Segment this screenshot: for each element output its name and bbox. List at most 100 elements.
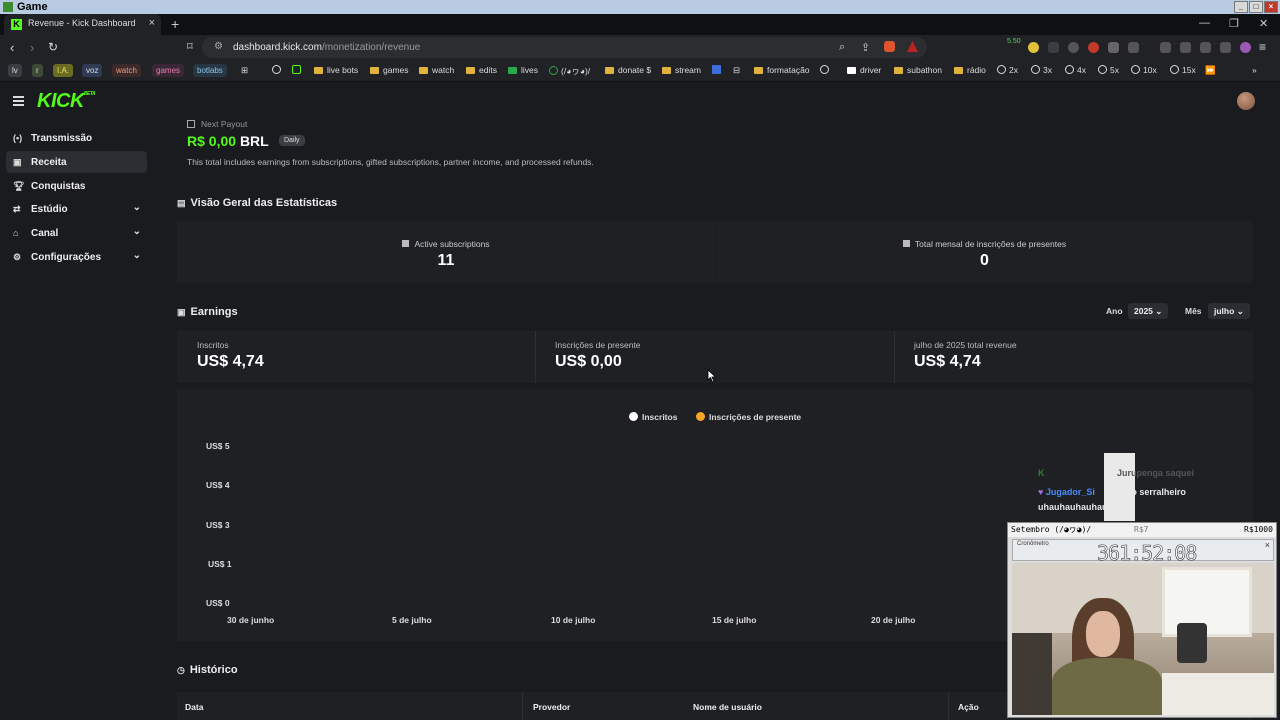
bookmark-chip-voz[interactable]: voz <box>82 64 103 77</box>
browser-restore-icon[interactable]: ❐ <box>1229 17 1239 30</box>
address-bar[interactable]: ⚙ dashboard.kick.com/monetization/revenu… <box>202 37 927 58</box>
browser-menu-icon[interactable]: ≡ <box>1259 40 1266 54</box>
year-select[interactable]: 2025 ⌄ <box>1128 303 1169 319</box>
bookmark-folder-donate[interactable]: donate $ <box>605 65 651 75</box>
bookmark-5x[interactable]: 5x <box>1098 65 1119 75</box>
sidebar-item-conquistas[interactable]: 🏆︎ Conquistas <box>6 175 147 197</box>
bookmark-lives[interactable]: lives <box>508 65 538 75</box>
y-tick-label: US$ 0 <box>206 598 230 608</box>
bookmark-chip-watch[interactable]: watch <box>112 64 141 77</box>
sidebar-item-label: Conquistas <box>31 181 86 192</box>
x-tick-label: 5 de julho <box>392 615 432 625</box>
chevron-down-icon: ⌄ <box>132 226 141 237</box>
bookmark-fast-forward-icon[interactable]: ⏩ <box>1205 65 1216 76</box>
zoom-icon[interactable]: ⌕ <box>839 41 845 54</box>
browser-tab-active[interactable]: K Revenue - Kick Dashboard × <box>4 14 161 35</box>
bookmark-grid-icon[interactable]: ⊟ <box>733 65 740 76</box>
bookmark-label: 2x <box>1009 65 1018 75</box>
page-icon <box>847 67 856 74</box>
bookmark-chip-r[interactable]: r <box>32 64 43 77</box>
earnings-section-title: ▣ Earnings <box>177 306 238 318</box>
sidebar-item-estudio[interactable]: ⇄ Estúdio ⌄ <box>6 198 147 220</box>
kick-logo[interactable]: KICKBETA <box>37 90 96 113</box>
history-title-text: Histórico <box>189 664 238 676</box>
chevron-down-icon: ⌄ <box>132 250 141 261</box>
vpn-shield-icon[interactable] <box>1220 42 1231 53</box>
bookmark-folder-edits[interactable]: edits <box>466 65 497 75</box>
bookmark-globe-icon[interactable] <box>272 65 284 75</box>
column-header-data[interactable]: Data <box>185 702 203 712</box>
bookmarks-overflow-icon[interactable]: » <box>1252 65 1257 75</box>
forward-icon[interactable]: › <box>30 40 34 55</box>
extensions-puzzle-icon[interactable] <box>1108 42 1119 53</box>
tab-close-icon[interactable]: × <box>149 17 155 29</box>
bookmark-chip-lv[interactable]: lv <box>8 64 22 77</box>
user-avatar[interactable] <box>1237 92 1255 110</box>
profile-icon[interactable] <box>1240 42 1251 53</box>
share-icon[interactable]: ⇪ <box>861 41 870 54</box>
month-select[interactable]: julho ⌄ <box>1208 303 1250 319</box>
bookmark-folder-stream[interactable]: stream <box>662 65 701 75</box>
sidebar-item-canal[interactable]: ⌂ Canal ⌄ <box>6 222 147 244</box>
chat-message: ♥ Jugador_Si o serralheiro <box>1038 487 1186 497</box>
close-icon[interactable]: × <box>1265 540 1270 550</box>
column-header-acao[interactable]: Ação <box>958 702 979 712</box>
stat-label: Total mensal de inscrições de presentes <box>716 239 1253 249</box>
extension-badge[interactable]: 5.50 <box>1007 38 1021 45</box>
sheets-icon <box>508 67 517 74</box>
bookmark-label: rádio <box>967 65 986 75</box>
column-header-provedor[interactable]: Provedor <box>533 702 570 712</box>
bookmark-10x[interactable]: 10x <box>1131 65 1157 75</box>
extension-coin-icon[interactable] <box>1028 42 1039 53</box>
sidebar-item-transmissao[interactable]: (•) Transmissão <box>6 127 147 149</box>
legend-item-inscritos[interactable]: Inscritos <box>629 412 677 422</box>
folder-icon <box>954 67 963 74</box>
brave-shield-icon[interactable] <box>884 41 895 52</box>
bookmark-page-icon[interactable]: ⌑ <box>187 40 193 53</box>
os-minimize-button[interactable]: _ <box>1234 1 1248 13</box>
bookmark-b-icon[interactable] <box>712 65 725 75</box>
apps-grid-icon[interactable]: ⊞ <box>241 65 248 76</box>
os-close-button[interactable]: × <box>1264 1 1278 13</box>
extension-h-icon[interactable] <box>1068 42 1079 53</box>
bookmark-folder-subathon[interactable]: subathon <box>894 65 942 75</box>
sidebar-toggle-icon[interactable] <box>1160 42 1171 53</box>
stopwatch-window: Cronômetro 361:52:08 × <box>1012 539 1274 565</box>
os-maximize-button[interactable]: □ <box>1249 1 1263 13</box>
bookmark-folder-radio[interactable]: rádio <box>954 65 986 75</box>
sidebar-item-receita[interactable]: ▣ Receita <box>6 151 147 173</box>
back-icon[interactable]: ‹ <box>10 40 14 55</box>
bookmark-15x[interactable]: 15x <box>1170 65 1196 75</box>
bookmark-label: stream <box>675 65 701 75</box>
wallet-icon[interactable] <box>1180 42 1191 53</box>
extension-record-icon[interactable] <box>1088 42 1099 53</box>
bookmark-2x[interactable]: 2x <box>997 65 1018 75</box>
bookmark-4x[interactable]: 4x <box>1065 65 1086 75</box>
bookmark-folder-formatacao[interactable]: formatação <box>754 65 810 75</box>
bookmark-globe2-icon[interactable] <box>820 65 832 75</box>
bookmark-chip-ia[interactable]: I.A. <box>53 64 74 77</box>
browser-minimize-icon[interactable]: — <box>1199 17 1210 29</box>
new-tab-icon[interactable]: + <box>171 16 179 32</box>
hamburger-menu-icon[interactable] <box>13 96 24 108</box>
bookmark-3x[interactable]: 3x <box>1031 65 1052 75</box>
extension-gray-icon[interactable] <box>1048 42 1059 53</box>
bookmark-folder-games[interactable]: games <box>370 65 409 75</box>
brave-rewards-icon[interactable] <box>907 41 918 52</box>
browser-close-icon[interactable]: ✕ <box>1259 17 1268 30</box>
column-header-nome-usuario[interactable]: Nome de usuário <box>693 702 762 712</box>
bookmark-chip-botlabs[interactable]: botlabs <box>193 64 227 77</box>
sidebar-item-configuracoes[interactable]: ⚙ Configurações ⌄ <box>6 246 147 268</box>
leo-ai-icon[interactable] <box>1200 42 1211 53</box>
extension-box-icon[interactable] <box>1128 42 1139 53</box>
bookmark-driver[interactable]: driver <box>847 65 881 75</box>
site-info-icon[interactable]: ⚙ <box>214 41 223 52</box>
bookmark-app-icon[interactable] <box>292 65 304 75</box>
bookmark-chip-games[interactable]: games <box>152 64 185 77</box>
bookmark-kaomoji[interactable]: (/◕ヮ◕)/ <box>549 65 590 77</box>
subathon-goal-bar: Setembro (/◕ヮ◕)/ R$7 R$1000 <box>1008 523 1276 537</box>
legend-item-inscricoes-presente[interactable]: Inscrições de presente <box>696 412 801 422</box>
reload-icon[interactable]: ↻ <box>48 40 58 54</box>
bookmark-folder-live-bots[interactable]: live bots <box>314 65 358 75</box>
bookmark-folder-watch[interactable]: watch <box>419 65 454 75</box>
